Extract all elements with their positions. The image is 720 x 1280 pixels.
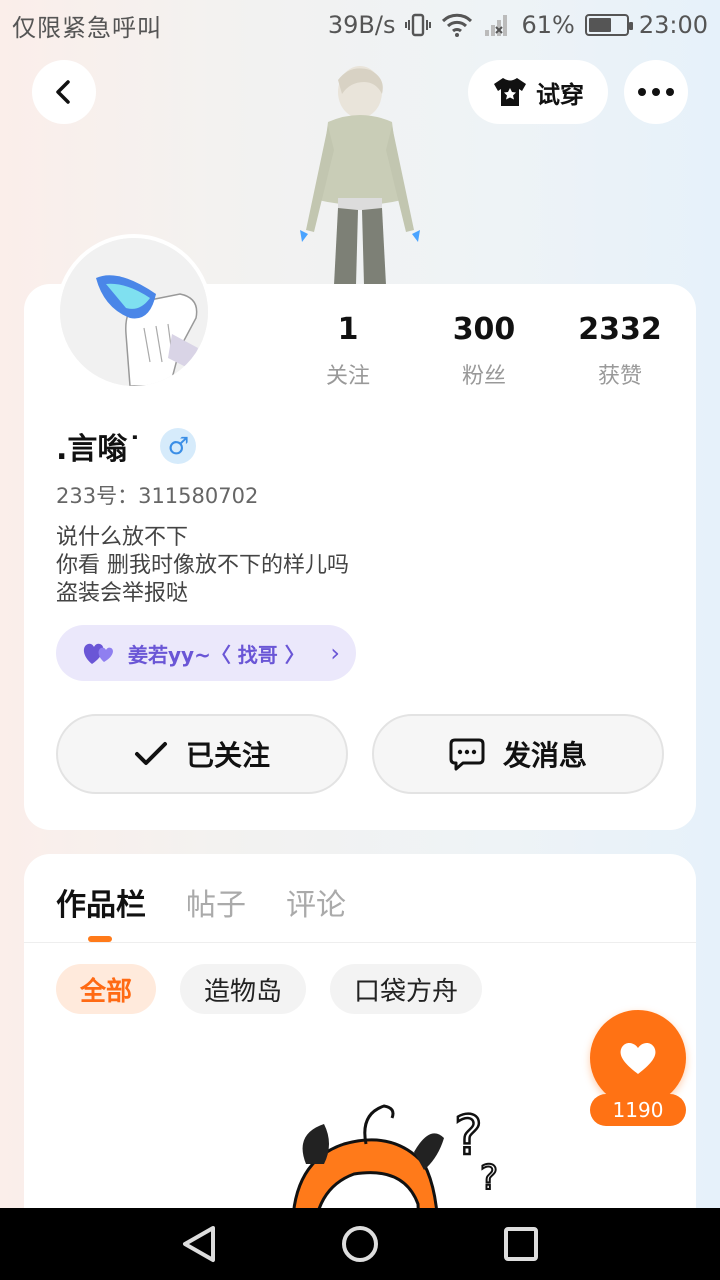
- followed-label: 已关注: [185, 739, 270, 772]
- works-tabs: 作品栏 帖子 评论: [56, 880, 346, 923]
- chip-pocket-ark[interactable]: 口袋方舟: [330, 964, 483, 1014]
- cp-label: 姜若yy~〈 找哥 〉: [128, 642, 305, 667]
- vibrate-icon: [405, 12, 432, 38]
- bio: 说什么放不下 你看 删我时像放不下的样儿吗 盗装会举报哒: [56, 524, 349, 608]
- followed-button[interactable]: 已关注: [56, 714, 348, 794]
- stat-following[interactable]: 1 关注: [280, 312, 416, 390]
- status-bar: 仅限紧急呼叫 39B/s 61% 23:00: [0, 0, 720, 50]
- square-recents-icon: [503, 1227, 538, 1261]
- following-count: 1: [337, 312, 359, 347]
- male-gender-icon: ♂: [160, 428, 197, 464]
- avatar[interactable]: [56, 234, 212, 390]
- bio-line: 说什么放不下: [56, 525, 189, 550]
- chevron-right-icon: ›: [330, 639, 340, 667]
- signal-icon: [483, 13, 511, 37]
- try-on-button[interactable]: 试穿: [468, 60, 608, 124]
- chip-creation-island[interactable]: 造物岛: [180, 964, 307, 1014]
- stat-likes[interactable]: 2332 获赞: [552, 312, 688, 390]
- likes-label: 获赞: [597, 364, 642, 389]
- tshirt-icon: [494, 78, 526, 106]
- tabs-divider: [24, 942, 696, 943]
- carrier-text: 仅限紧急呼叫: [12, 13, 162, 42]
- tab-works[interactable]: 作品栏: [56, 880, 146, 923]
- chevron-left-icon: [56, 80, 70, 104]
- more-dots-icon: [638, 88, 674, 96]
- circle-home-icon: [341, 1226, 378, 1262]
- clock: 23:00: [638, 11, 708, 39]
- filter-chips: 全部 造物岛 口袋方舟: [56, 964, 483, 1014]
- status-icons: 39B/s 61% 23:00: [328, 11, 708, 39]
- try-on-label: 试穿: [536, 80, 584, 109]
- wifi-icon: [441, 13, 473, 37]
- more-button[interactable]: [624, 60, 688, 124]
- chip-all[interactable]: 全部: [56, 964, 157, 1014]
- message-button[interactable]: 发消息: [372, 714, 664, 794]
- character-figure: [300, 66, 420, 285]
- net-speed: 39B/s: [327, 11, 396, 39]
- nickname-row: .言嗡˙ ♂: [56, 424, 197, 468]
- svg-text:?: ?: [480, 1158, 498, 1198]
- system-nav-bar: [0, 1208, 720, 1280]
- chat-bubble-icon: [449, 738, 485, 771]
- back-button[interactable]: [32, 60, 96, 124]
- user-id[interactable]: 233号：311580702: [56, 480, 258, 510]
- battery-percent: 61%: [521, 11, 575, 39]
- like-count: 1190: [590, 1094, 686, 1126]
- avatar-image: [60, 238, 208, 386]
- followers-count: 300: [452, 312, 516, 347]
- nav-home-button[interactable]: [340, 1224, 380, 1264]
- likes-count: 2332: [578, 312, 662, 347]
- heart-icon: [620, 1042, 656, 1074]
- profile-stats: 1 关注 300 粉丝 2332 获赞: [280, 312, 690, 390]
- following-label: 关注: [325, 364, 370, 389]
- like-fab[interactable]: [590, 1010, 686, 1106]
- triangle-back-icon: [183, 1226, 216, 1262]
- bio-line: 你看 删我时像放不下的样儿吗: [56, 553, 349, 578]
- svg-text:?: ?: [454, 1104, 483, 1167]
- battery-icon: [584, 14, 633, 36]
- nickname: .言嗡˙: [56, 432, 143, 467]
- message-label: 发消息: [502, 739, 587, 772]
- followers-label: 粉丝: [461, 364, 506, 389]
- double-heart-icon: [83, 643, 113, 664]
- stat-followers[interactable]: 300 粉丝: [416, 312, 552, 390]
- tab-comments[interactable]: 评论: [286, 880, 346, 923]
- nav-recents-button[interactable]: [503, 1226, 539, 1262]
- tab-posts[interactable]: 帖子: [186, 880, 246, 923]
- check-icon: [134, 742, 167, 765]
- bio-line: 盗装会举报哒: [56, 581, 189, 606]
- cp-relationship-pill[interactable]: 姜若yy~〈 找哥 〉 ›: [56, 625, 356, 681]
- nav-back-button[interactable]: [181, 1224, 217, 1264]
